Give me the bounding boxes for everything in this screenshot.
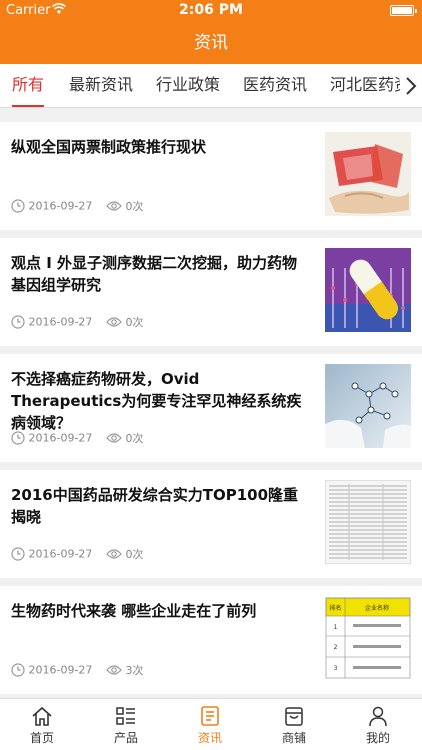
article-date: 2016-09-27 <box>28 199 93 213</box>
article-meta: 2016-09-27 0次 <box>11 198 143 214</box>
tabbar-me[interactable]: 我的 <box>336 699 420 750</box>
article-thumbnail <box>325 248 411 332</box>
tabbar-label: 资讯 <box>197 731 222 745</box>
article-title: 纵观全国两票制政策推行现状 <box>11 138 207 156</box>
article-thumbnail: 排名 企业名称 1 2 3 <box>325 596 411 680</box>
thumb-col1: 排名 <box>329 604 341 612</box>
eye-icon <box>106 317 122 327</box>
chevron-right-icon <box>406 77 417 95</box>
article-item[interactable]: 观点 I 外显子测序数据二次挖掘，助力药物基因组学研究 2016-09-27 0… <box>0 238 422 346</box>
article-views: 0次 <box>125 548 144 561</box>
tabbar-label: 我的 <box>365 731 390 745</box>
thumb-col2: 企业名称 <box>365 604 389 612</box>
clock-icon <box>11 315 25 329</box>
article-meta: 2016-09-27 3次 <box>11 662 143 678</box>
page-title: 资讯 <box>194 33 228 53</box>
article-title: 不选择癌症药物研发，Ovid Therapeutics为何要专注罕见神经系统疾病… <box>11 370 302 432</box>
tabbar-shop[interactable]: 商铺 <box>252 699 336 750</box>
tabbar-news[interactable]: 资讯 <box>168 699 252 750</box>
article-views: 3次 <box>125 664 144 677</box>
article-title: 观点 I 外显子测序数据二次挖掘，助力药物基因组学研究 <box>11 254 298 294</box>
article-list: 纵观全国两票制政策推行现状 2016-09-27 0次 观点 I 外显子测序数据… <box>0 108 422 698</box>
news-icon <box>201 706 219 726</box>
tabbar-products[interactable]: 产品 <box>84 699 168 750</box>
bottom-tab-bar: 首页 产品 资讯 商铺 我的 <box>0 698 422 750</box>
status-bar: Carrier 2:06 PM <box>0 0 422 22</box>
clock-icon <box>11 663 25 677</box>
tab-medical-news[interactable]: 医药资讯 <box>243 64 307 107</box>
article-views: 0次 <box>125 316 144 329</box>
user-icon <box>369 706 387 727</box>
article-meta: 2016-09-27 0次 <box>11 430 143 446</box>
tabbar-label: 产品 <box>113 731 138 745</box>
article-title: 生物药时代来袭 哪些企业走在了前列 <box>11 602 257 620</box>
article-date: 2016-09-27 <box>28 315 93 329</box>
article-thumbnail <box>325 480 411 564</box>
article-date: 2016-09-27 <box>28 547 93 561</box>
article-item[interactable]: 不选择癌症药物研发，Ovid Therapeutics为何要专注罕见神经系统疾病… <box>0 354 422 462</box>
article-views: 0次 <box>125 432 144 445</box>
thumb-row: 2 <box>334 644 338 651</box>
article-item[interactable]: 2016中国药品研发综合实力TOP100隆重揭晓 2016-09-27 0次 <box>0 470 422 578</box>
shop-icon <box>285 707 303 726</box>
clock-icon <box>11 431 25 445</box>
eye-icon <box>106 665 122 675</box>
article-title: 2016中国药品研发综合实力TOP100隆重揭晓 <box>11 486 299 526</box>
tab-industry-policy[interactable]: 行业政策 <box>156 64 220 107</box>
eye-icon <box>106 549 122 559</box>
eye-icon <box>106 201 122 211</box>
clock-icon <box>11 547 25 561</box>
article-thumbnail <box>325 364 411 448</box>
article-views: 0次 <box>125 200 144 213</box>
article-date: 2016-09-27 <box>28 663 93 677</box>
tab-hebei-medical[interactable]: 河北医药资 <box>330 64 410 107</box>
article-item[interactable]: 生物药时代来袭 哪些企业走在了前列 2016-09-27 3次 排名 企业名称 … <box>0 586 422 694</box>
tab-all[interactable]: 所有 <box>12 64 45 107</box>
home-icon <box>32 706 52 726</box>
thumb-row: 1 <box>334 624 338 631</box>
tabbar-label: 首页 <box>29 731 54 745</box>
category-tabs: 所有 最新资讯 行业政策 医药资讯 河北医药资 <box>0 64 422 108</box>
eye-icon <box>106 433 122 443</box>
app-header: Carrier 2:06 PM 资讯 <box>0 0 422 64</box>
tabs-scroll-right-button[interactable] <box>400 64 422 107</box>
grid-list-icon <box>116 707 135 725</box>
article-thumbnail <box>325 132 411 216</box>
article-meta: 2016-09-27 0次 <box>11 546 143 562</box>
tabbar-home[interactable]: 首页 <box>0 699 84 750</box>
article-item[interactable]: 纵观全国两票制政策推行现状 2016-09-27 0次 <box>0 122 422 230</box>
article-meta: 2016-09-27 0次 <box>11 314 143 330</box>
battery-icon <box>390 5 417 16</box>
tabbar-label: 商铺 <box>281 731 306 745</box>
article-date: 2016-09-27 <box>28 431 93 445</box>
thumb-row: 3 <box>334 665 338 672</box>
clock: 2:06 PM <box>179 2 243 18</box>
tab-latest-news[interactable]: 最新资讯 <box>69 64 133 107</box>
clock-icon <box>11 199 25 213</box>
